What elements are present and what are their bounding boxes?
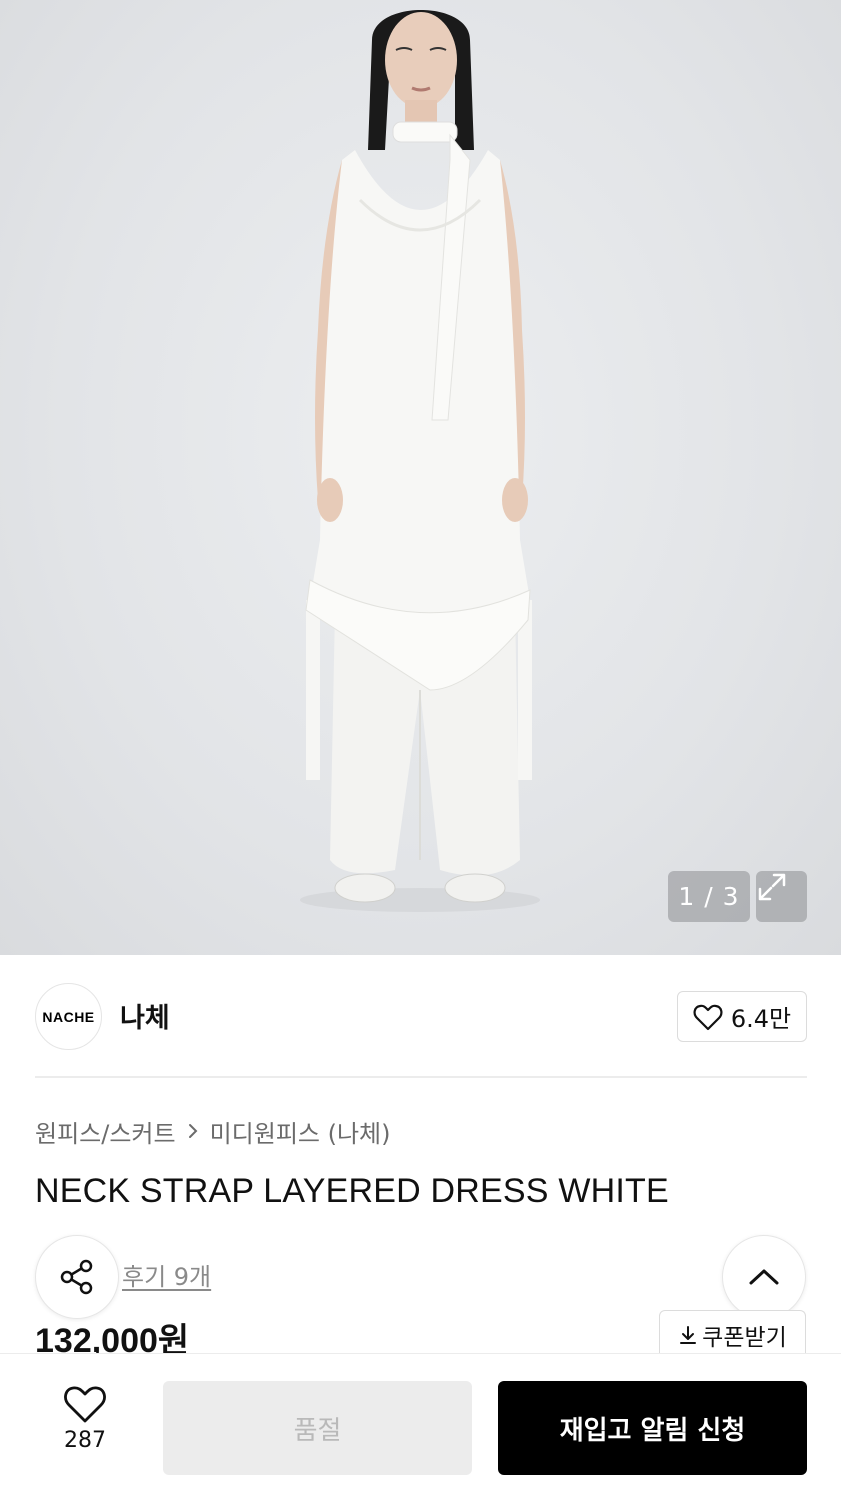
chevron-up-icon — [749, 1269, 779, 1285]
review-link[interactable]: 후기 9개 — [122, 1257, 211, 1292]
product-title: NECK STRAP LAYERED DRESS WHITE — [35, 1172, 669, 1210]
coupon-button[interactable]: 쿠폰받기 — [659, 1310, 806, 1358]
brand-row: NACHE 나체 6.4만 — [35, 983, 807, 1051]
chevron-right-icon — [188, 1124, 197, 1138]
expand-icon — [758, 873, 786, 901]
bottom-action-bar: 287 품절 재입고 알림 신청 — [0, 1353, 841, 1500]
scroll-top-button[interactable] — [722, 1235, 806, 1319]
breadcrumb-item-subcategory[interactable]: 미디원피스 (나체) — [210, 1114, 391, 1149]
breadcrumb-item-category[interactable]: 원피스/스커트 — [35, 1114, 176, 1149]
restock-alert-button[interactable]: 재입고 알림 신청 — [498, 1381, 807, 1475]
download-icon — [680, 1325, 697, 1344]
coupon-label: 쿠폰받기 — [702, 1324, 787, 1351]
brand-logo[interactable]: NACHE — [35, 983, 102, 1050]
image-counter: 1 / 3 — [668, 871, 750, 922]
heart-outline-icon — [64, 1386, 106, 1423]
breadcrumb: 원피스/스커트 미디원피스 (나체) — [35, 1114, 391, 1148]
like-count: 6.4만 — [730, 1005, 792, 1033]
brand-like-button[interactable]: 6.4만 — [677, 991, 807, 1042]
divider — [35, 1076, 807, 1078]
share-icon — [60, 1259, 93, 1295]
expand-image-button[interactable] — [756, 871, 807, 922]
share-button[interactable] — [35, 1235, 119, 1319]
soldout-button: 품절 — [163, 1381, 472, 1475]
brand-name[interactable]: 나체 — [120, 996, 170, 1035]
heart-outline-icon — [693, 1004, 723, 1030]
product-photo — [300, 10, 540, 912]
wishlist-count: 287 — [64, 1428, 106, 1453]
wishlist-button[interactable]: 287 — [40, 1384, 130, 1474]
product-image-gallery[interactable]: 1 / 3 — [0, 0, 841, 955]
